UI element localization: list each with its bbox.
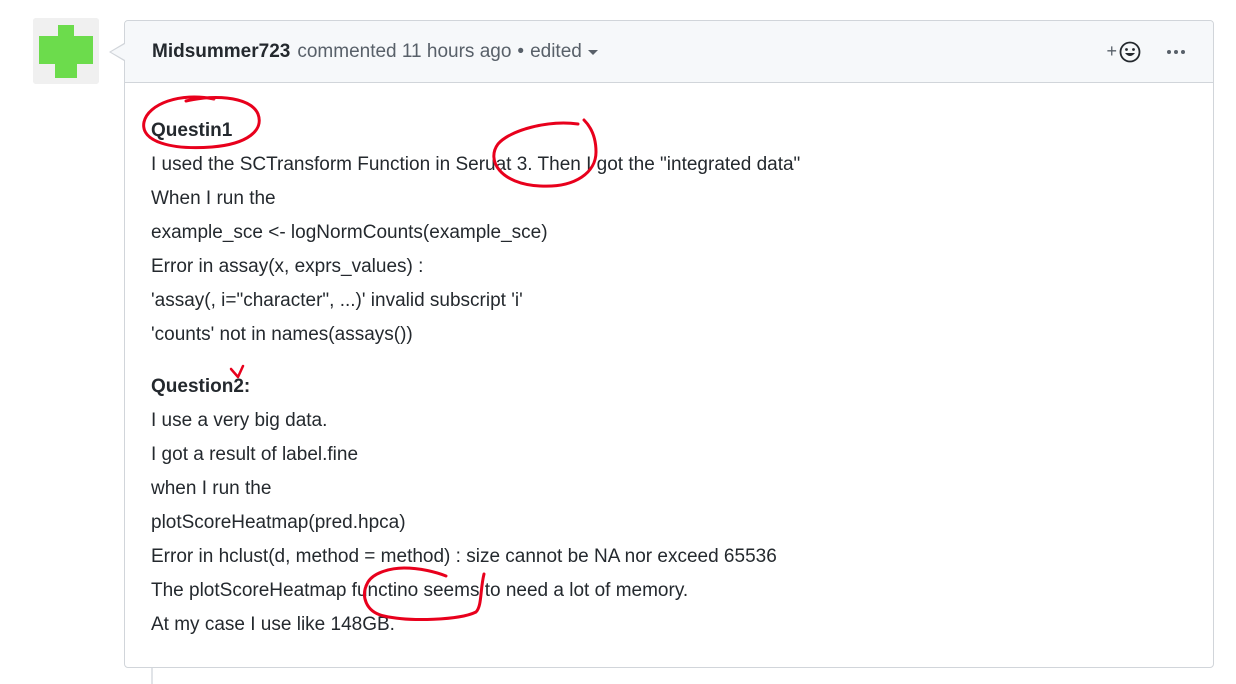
edited-label: edited [530, 40, 582, 62]
smiley-icon [1119, 41, 1141, 62]
question1-heading: Questin1 [151, 120, 233, 141]
timeline-connector [151, 668, 153, 684]
caret-down-icon [587, 50, 598, 55]
separator-bullet: • [517, 40, 525, 62]
question2-block: Question2: I use a very big data. I got … [151, 370, 1187, 642]
issue-comment-page: Midsummer723 commented 11 hours ago • ed… [0, 0, 1236, 684]
comment-actions: + [1106, 41, 1185, 63]
question1-line: When I run the [151, 188, 276, 209]
author-avatar[interactable] [33, 18, 99, 84]
question1-block: Questin1 I used the SCTransform Function… [151, 114, 1187, 352]
reaction-plus: + [1106, 41, 1117, 61]
add-reaction-button[interactable]: + [1106, 41, 1141, 63]
question2-line: At my case I use like 148GB. [151, 614, 395, 635]
question1-line: Error in assay(x, exprs_values) : [151, 256, 424, 277]
question2-line: plotScoreHeatmap(pred.hpca) [151, 512, 406, 533]
identicon-avatar [33, 18, 99, 84]
kebab-horizontal-icon[interactable] [1167, 49, 1185, 54]
comment-box: Midsummer723 commented 11 hours ago • ed… [109, 20, 1214, 668]
question1-line: example_sce <- logNormCounts(example_sce… [151, 222, 548, 243]
question2-heading: Question2: [151, 376, 251, 397]
question1-line: I used the SCTransform Function in Serua… [151, 154, 801, 175]
question2-line: I got a result of label.fine [151, 444, 359, 465]
question2-line: The plotScoreHeatmap functino seems to n… [151, 580, 689, 601]
question2-line: when I run the [151, 478, 272, 499]
question1-line: 'assay(, i="character", ...)' invalid su… [151, 290, 523, 311]
comment-author-link[interactable]: Midsummer723 [152, 41, 290, 63]
edited-dropdown[interactable]: edited [530, 41, 598, 63]
question1-line: 'counts' not in names(assays()) [151, 324, 413, 345]
comment-body: Questin1 I used the SCTransform Function… [125, 83, 1213, 642]
question2-line: I use a very big data. [151, 410, 328, 431]
comment-timestamp[interactable]: commented 11 hours ago [297, 41, 511, 63]
comment-header: Midsummer723 commented 11 hours ago • ed… [125, 21, 1213, 83]
question2-line: Error in hclust(d, method = method) : si… [151, 546, 777, 567]
